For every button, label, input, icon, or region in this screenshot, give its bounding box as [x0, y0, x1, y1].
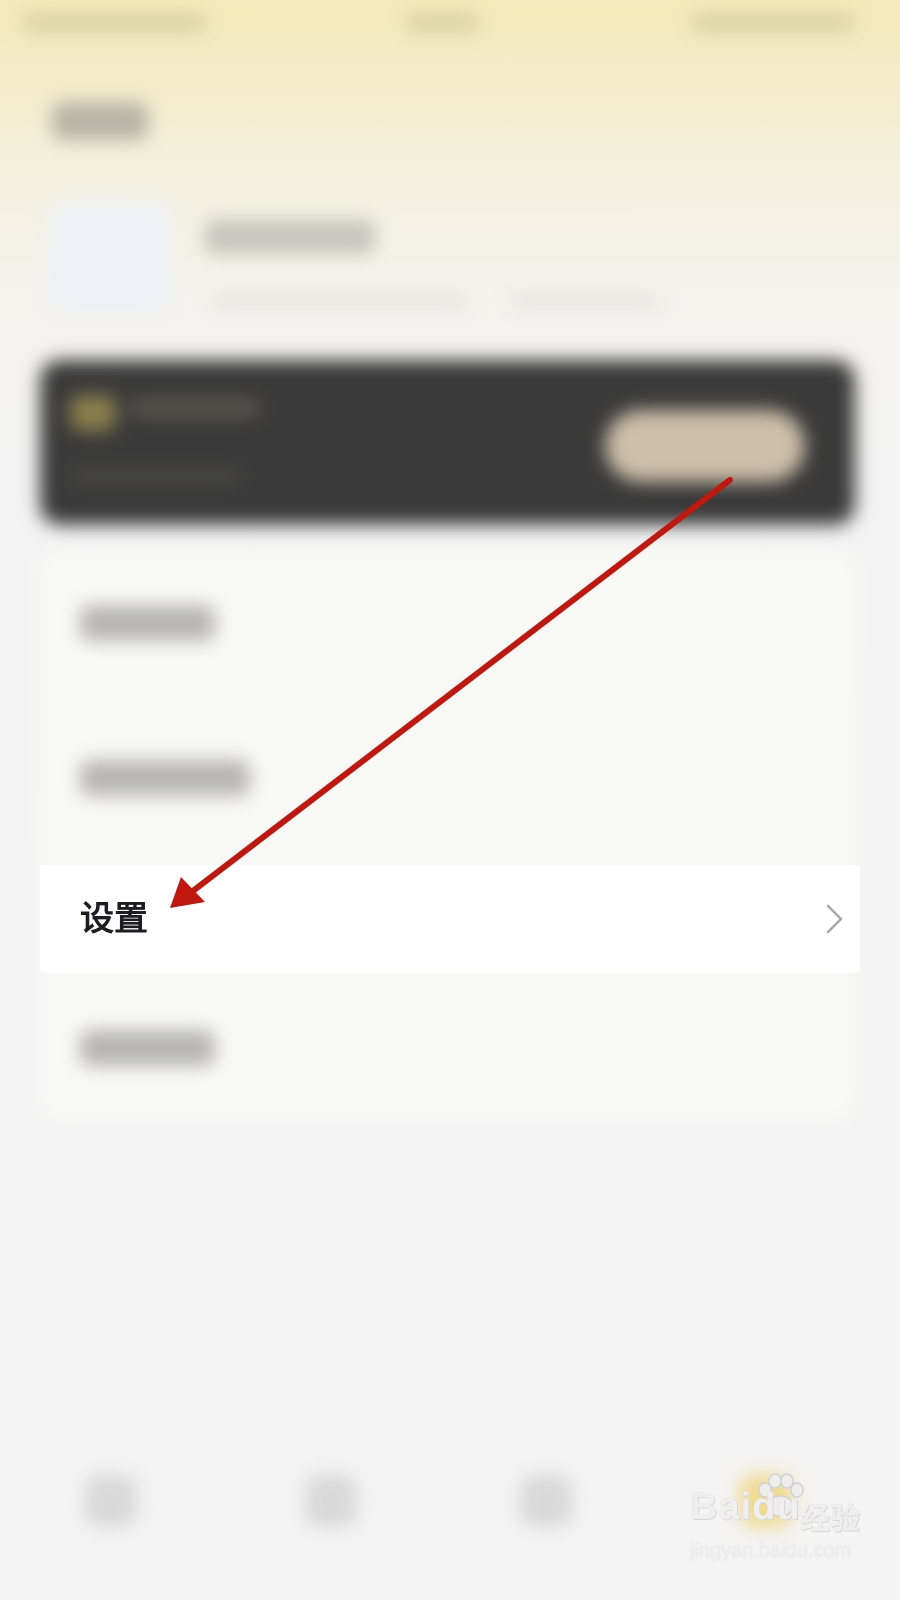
settings-label: 设置 [80, 899, 148, 939]
status-bar-center [405, 14, 480, 32]
vip-title [130, 400, 260, 416]
menu-item-4[interactable] [80, 1030, 215, 1066]
vip-open-button[interactable] [605, 410, 805, 482]
vip-crown-icon [70, 395, 116, 431]
chevron-right-icon [826, 904, 843, 934]
tab-item-2[interactable] [305, 1475, 357, 1527]
settings-row[interactable]: 设置 [40, 865, 860, 973]
status-bar [0, 0, 900, 48]
menu-item-1[interactable] [80, 605, 215, 641]
menu-item-2[interactable] [80, 760, 250, 796]
user-name[interactable] [205, 220, 375, 254]
status-bar-right [690, 14, 855, 32]
watermark: Baidu 经验 jingyan.baidu.com [690, 1473, 890, 1590]
user-subtitle-extra [510, 295, 660, 307]
watermark-url: jingyan.baidu.com [690, 1540, 852, 1562]
tab-item-1[interactable] [85, 1475, 137, 1527]
watermark-brand-text: 经验 [800, 1502, 860, 1537]
header-title[interactable] [52, 102, 148, 140]
watermark-logo-text: Baidu [690, 1486, 801, 1528]
avatar[interactable] [50, 200, 170, 310]
user-subtitle [210, 295, 470, 307]
vip-subtitle [70, 470, 240, 482]
tab-item-3[interactable] [520, 1475, 572, 1527]
status-bar-left [22, 14, 207, 32]
